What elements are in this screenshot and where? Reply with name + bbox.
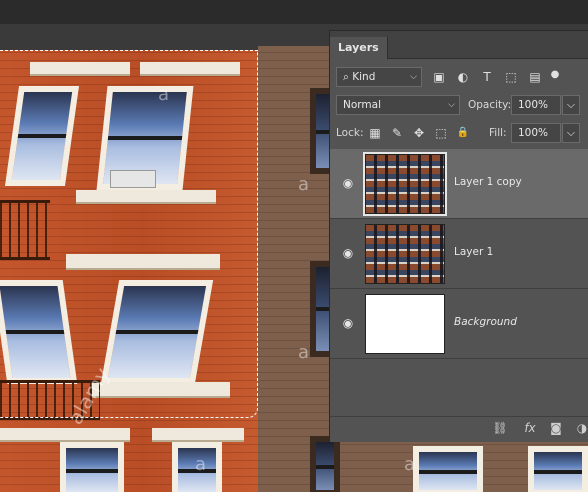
opacity-value: 100% bbox=[518, 99, 549, 111]
window-cornice bbox=[152, 428, 244, 440]
link-icon[interactable]: ⛓ bbox=[490, 421, 510, 435]
mask-icon[interactable]: ◙ bbox=[546, 421, 566, 435]
lock-artboard-icon[interactable]: ⬚ bbox=[432, 124, 450, 142]
lock-image-brush-icon[interactable]: ✎ bbox=[388, 124, 406, 142]
lock-row: Lock: ▦ ✎ ✥ ⬚ 🔒 Fill: 100% ⌵ bbox=[330, 121, 588, 149]
layer-row-layer-1-copy[interactable]: ◉ Layer 1 copy bbox=[330, 149, 588, 219]
lock-label: Lock: bbox=[336, 127, 364, 139]
filter-kind-value: Kind bbox=[352, 71, 376, 83]
shape-filter-icon[interactable]: ⬚ bbox=[502, 68, 520, 86]
filter-kind-select[interactable]: ⌕ Kind ⌵ bbox=[336, 67, 422, 87]
layer-row-background[interactable]: ◉ Background bbox=[330, 289, 588, 359]
window-cornice bbox=[0, 428, 130, 440]
eye-icon[interactable]: ◉ bbox=[339, 246, 357, 260]
panel-bottom-bar: ⛓ fx ◙ ◑ bbox=[330, 416, 588, 442]
layer-name[interactable]: Background bbox=[454, 316, 517, 328]
tab-layers[interactable]: Layers bbox=[330, 37, 388, 59]
image-filter-icon[interactable]: ▣ bbox=[430, 68, 448, 86]
blend-mode-value: Normal bbox=[343, 99, 381, 111]
watermark: a bbox=[404, 454, 416, 475]
blend-row: Normal ⌵ Opacity: 100% ⌵ bbox=[330, 93, 588, 121]
eye-icon[interactable]: ◉ bbox=[339, 316, 357, 330]
search-icon: ⌕ bbox=[343, 71, 349, 83]
lock-all-icon[interactable]: 🔒 bbox=[454, 124, 472, 142]
eye-icon[interactable]: ◉ bbox=[339, 176, 357, 190]
adjustment-filter-icon[interactable]: ◐ bbox=[454, 68, 472, 86]
filter-toggle-icon[interactable]: ● bbox=[550, 66, 560, 84]
fx-icon[interactable]: fx bbox=[520, 421, 540, 435]
fill-label: Fill: bbox=[489, 127, 507, 139]
layer-thumbnail bbox=[365, 294, 445, 354]
watermark: a bbox=[158, 84, 170, 105]
blend-mode-select[interactable]: Normal ⌵ bbox=[336, 95, 460, 115]
marquee-selection bbox=[0, 50, 258, 418]
window bbox=[60, 442, 124, 492]
fill-input[interactable]: 100% bbox=[511, 123, 561, 143]
layer-thumbnail bbox=[363, 152, 447, 216]
chevron-down-icon: ⌵ bbox=[448, 100, 455, 110]
lock-pixels-icon[interactable]: ▦ bbox=[366, 124, 384, 142]
chevron-down-icon: ⌵ bbox=[567, 127, 575, 139]
watermark: a bbox=[298, 174, 310, 195]
type-filter-icon[interactable]: T bbox=[478, 68, 496, 86]
layer-row-layer-1[interactable]: ◉ Layer 1 bbox=[330, 219, 588, 289]
layer-thumbnail bbox=[365, 224, 445, 284]
watermark: a bbox=[298, 342, 310, 363]
lock-position-icon[interactable]: ✥ bbox=[410, 124, 428, 142]
smart-object-filter-icon[interactable]: ▤ bbox=[526, 68, 544, 86]
layer-name[interactable]: Layer 1 copy bbox=[454, 176, 522, 188]
layers-panel: Layers ⌕ Kind ⌵ ▣ ◐ T ⬚ ▤ ● Normal ⌵ Opa… bbox=[329, 30, 588, 442]
fill-dropdown[interactable]: ⌵ bbox=[562, 123, 580, 143]
layer-name[interactable]: Layer 1 bbox=[454, 246, 493, 258]
photoshop-window: a a a a a alamy Layers ⌕ Kind ⌵ ▣ ◐ T ⬚ … bbox=[0, 0, 588, 492]
layer-filter-row: ⌕ Kind ⌵ ▣ ◐ T ⬚ ▤ ● bbox=[330, 65, 588, 93]
adjustment-icon[interactable]: ◑ bbox=[572, 421, 588, 435]
fill-value: 100% bbox=[518, 127, 549, 139]
watermark: a bbox=[195, 454, 207, 475]
opacity-input[interactable]: 100% bbox=[511, 95, 561, 115]
chevron-down-icon: ⌵ bbox=[567, 99, 575, 111]
chevron-down-icon: ⌵ bbox=[410, 72, 417, 82]
app-top-strip bbox=[0, 0, 588, 24]
opacity-label: Opacity: bbox=[468, 99, 512, 111]
window bbox=[413, 446, 483, 492]
window bbox=[310, 436, 340, 492]
panel-tab-bar: Layers bbox=[330, 31, 588, 59]
window bbox=[528, 446, 588, 492]
opacity-dropdown[interactable]: ⌵ bbox=[562, 95, 580, 115]
